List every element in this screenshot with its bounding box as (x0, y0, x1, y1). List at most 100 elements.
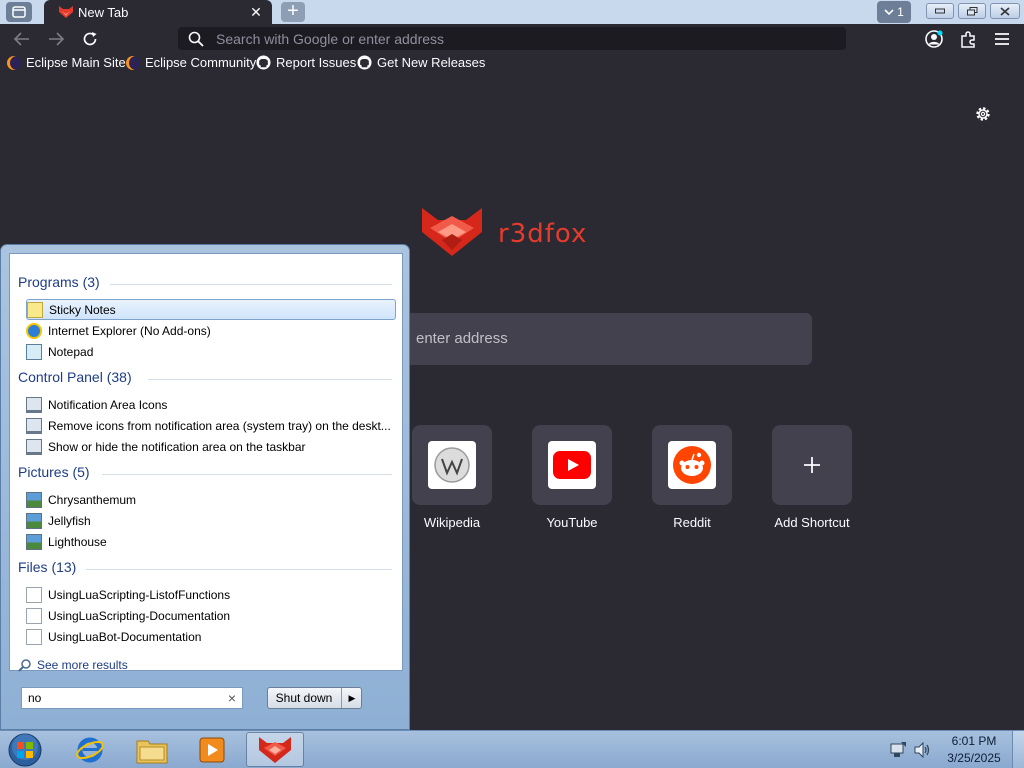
bookmark-get-new-releases[interactable]: Get New Releases (357, 54, 485, 71)
hamburger-menu-icon (995, 33, 1009, 45)
shutdown-options-arrow-icon[interactable]: ▶ (341, 688, 362, 708)
see-more-label: See more results (37, 658, 128, 672)
control-panel-icon (26, 438, 42, 455)
close-tab-icon[interactable]: ✕ (248, 3, 264, 21)
shut-down-button[interactable]: Shut down ▶ (267, 687, 362, 709)
result-label: Sticky Notes (49, 302, 116, 317)
clock-date[interactable]: 3/25/2025 (944, 751, 1004, 765)
bookmark-eclipse-community[interactable]: Eclipse Community (126, 54, 256, 71)
magnifier-icon (18, 659, 31, 672)
bookmark-report-issues[interactable]: Report Issues (256, 54, 356, 71)
bookmark-label: Eclipse Community (145, 55, 257, 70)
taskbar-internet-explorer[interactable] (62, 732, 118, 767)
file-icon (26, 586, 42, 603)
shortcut-tile-wikipedia[interactable]: Wikipedia (412, 425, 492, 530)
tile-label: Wikipedia (423, 515, 481, 530)
bookmark-eclipse-main-site[interactable]: Eclipse Main Site (7, 54, 126, 71)
shortcut-tile-reddit[interactable]: Reddit (652, 425, 732, 530)
taskbar: 6:01 PM 3/25/2025 (0, 730, 1024, 768)
file-icon (26, 607, 42, 624)
result-label: Show or hide the notification area on th… (48, 439, 306, 454)
start-search-input[interactable] (28, 690, 218, 706)
result-internet-explorer[interactable]: Internet Explorer (No Add-ons) (26, 320, 396, 341)
result-file-listoffunctions[interactable]: UsingLuaScripting-ListofFunctions (26, 584, 396, 605)
picture-icon (26, 491, 42, 508)
tab-new-tab[interactable]: New Tab ✕ (44, 0, 272, 24)
account-button[interactable] (923, 28, 945, 50)
tile-box (772, 425, 852, 505)
address-bar[interactable] (178, 27, 846, 50)
result-label: Notepad (48, 344, 94, 359)
result-label: Notification Area Icons (48, 397, 168, 412)
result-label: UsingLuaBot-Documentation (48, 629, 202, 644)
section-title-pictures[interactable]: Pictures (5) (18, 464, 90, 480)
start-button[interactable] (6, 733, 44, 767)
result-file-scripting-documentation[interactable]: UsingLuaScripting-Documentation (26, 605, 396, 626)
result-label: Chrysanthemum (48, 492, 137, 507)
result-label: UsingLuaScripting-Documentation (48, 608, 231, 623)
result-jellyfish[interactable]: Jellyfish (26, 510, 396, 531)
window-close-button[interactable] (990, 3, 1020, 19)
show-desktop-button[interactable] (1012, 731, 1024, 768)
back-button[interactable] (11, 28, 33, 50)
newtab-search-box[interactable]: enter address (380, 313, 812, 365)
taskbar-r3dfox-browser[interactable] (246, 732, 304, 767)
restore-icon (966, 6, 977, 15)
section-title-files[interactable]: Files (13) (18, 559, 76, 575)
new-tab-button[interactable]: + (281, 1, 305, 22)
reload-button[interactable] (79, 28, 101, 50)
result-notification-area-icons[interactable]: Notification Area Icons (26, 394, 396, 415)
file-icon (26, 628, 42, 645)
window-minimize-button[interactable] (926, 3, 954, 19)
internet-explorer-icon (76, 737, 104, 762)
brand-wordmark: r3dfox (498, 219, 588, 249)
tab-count-button[interactable]: 1 (877, 1, 911, 23)
taskbar-windows-explorer[interactable] (124, 732, 180, 767)
internet-explorer-icon (26, 322, 42, 339)
tile-box (652, 425, 732, 505)
result-sticky-notes[interactable]: Sticky Notes (26, 299, 396, 320)
action-center-flag-icon[interactable] (889, 741, 907, 759)
address-input[interactable] (216, 27, 816, 50)
section-title-control-panel[interactable]: Control Panel (38) (18, 369, 132, 385)
tile-box (532, 425, 612, 505)
result-notepad[interactable]: Notepad (26, 341, 396, 362)
result-remove-notification-icons[interactable]: Remove icons from notification area (sys… (26, 415, 396, 436)
result-lighthouse[interactable]: Lighthouse (26, 531, 396, 552)
section-title-programs[interactable]: Programs (3) (18, 274, 100, 290)
start-search-box[interactable]: × (21, 687, 243, 709)
extensions-button[interactable] (957, 28, 979, 50)
result-label: Jellyfish (48, 513, 91, 528)
add-shortcut-tile[interactable]: Add Shortcut (772, 425, 852, 530)
see-more-results-link[interactable]: See more results (18, 658, 128, 672)
arrow-left-icon (14, 32, 29, 46)
picture-icon (26, 533, 42, 550)
notepad-icon (26, 343, 42, 360)
volume-icon[interactable] (913, 741, 931, 759)
result-file-bot-documentation[interactable]: UsingLuaBot-Documentation (26, 626, 396, 647)
result-label: Internet Explorer (No Add-ons) (48, 323, 211, 338)
app-menu-button[interactable] (991, 28, 1013, 50)
tab-count: 1 (897, 5, 904, 19)
clock-time[interactable]: 6:01 PM (944, 734, 1004, 748)
taskbar-media-player[interactable] (184, 732, 240, 767)
youtube-icon (548, 441, 596, 489)
bookmark-label: Get New Releases (377, 55, 486, 70)
picture-icon (26, 512, 42, 529)
result-label: Remove icons from notification area (sys… (48, 418, 391, 433)
windows-start-orb-icon (8, 733, 42, 767)
minimize-icon (935, 8, 945, 14)
wikipedia-icon (428, 441, 476, 489)
result-show-hide-notification-area[interactable]: Show or hide the notification area on th… (26, 436, 396, 457)
list-all-tabs-button[interactable] (6, 2, 32, 22)
window-restore-button[interactable] (958, 3, 986, 19)
reload-icon (83, 32, 97, 46)
newtab-settings-button[interactable] (972, 103, 994, 125)
result-chrysanthemum[interactable]: Chrysanthemum (26, 489, 396, 510)
plus-icon (804, 457, 820, 473)
clear-search-icon[interactable]: × (225, 689, 239, 707)
search-results-panel: Programs (3) Sticky Notes Internet Explo… (9, 253, 403, 672)
forward-button[interactable] (45, 28, 67, 50)
reddit-icon (668, 441, 716, 489)
shortcut-tile-youtube[interactable]: YouTube (532, 425, 612, 530)
